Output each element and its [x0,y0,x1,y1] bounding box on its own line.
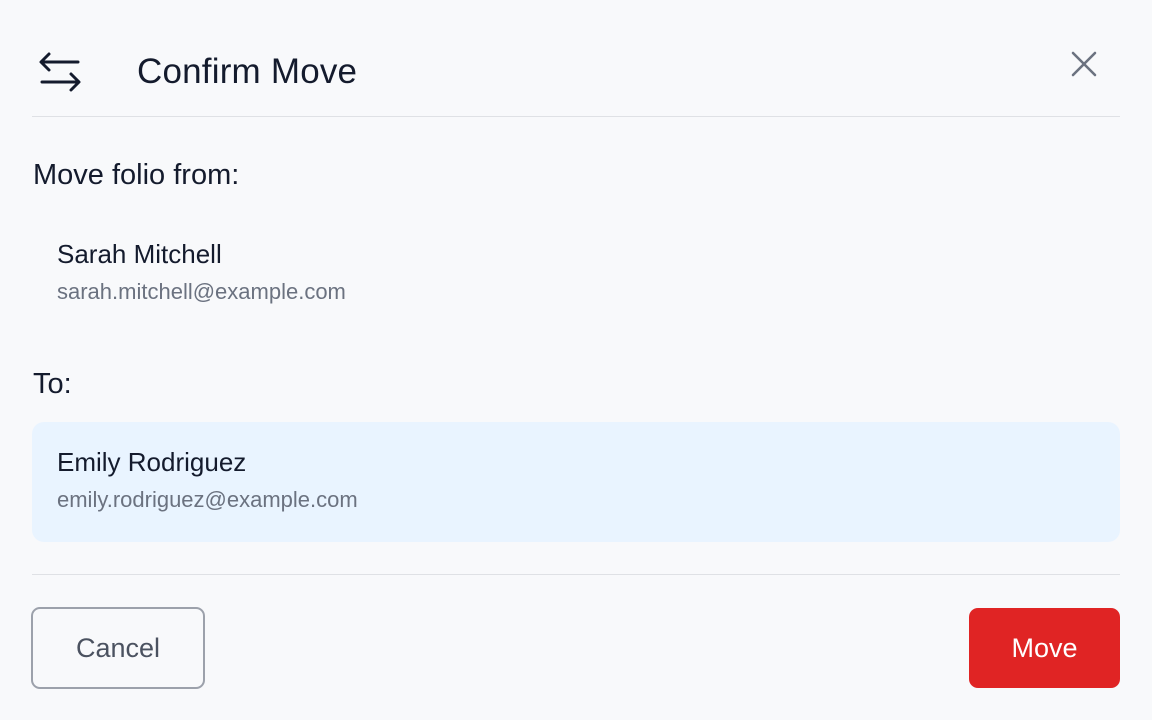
swap-arrows-icon [39,52,81,92]
from-person-email: sarah.mitchell@example.com [57,279,346,304]
to-person-name: Emily Rodriguez [57,447,247,477]
from-person-name: Sarah Mitchell [57,239,222,269]
to-person-card[interactable]: Emily Rodriguez emily.rodriguez@example.… [32,422,1120,542]
to-section-label: To: [33,368,72,400]
move-button[interactable]: Move [969,608,1120,688]
close-icon[interactable] [1066,46,1102,82]
confirm-move-dialog: Confirm Move Move folio from: Sarah Mitc… [0,0,1152,720]
cancel-button[interactable]: Cancel [31,607,205,689]
footer-divider [32,574,1120,575]
from-person-card: Sarah Mitchell sarah.mitchell@example.co… [32,214,1120,334]
dialog-header: Confirm Move [32,0,1120,117]
from-section-label: Move folio from: [33,159,240,191]
dialog-title: Confirm Move [137,52,358,91]
to-person-email: emily.rodriguez@example.com [57,487,358,512]
